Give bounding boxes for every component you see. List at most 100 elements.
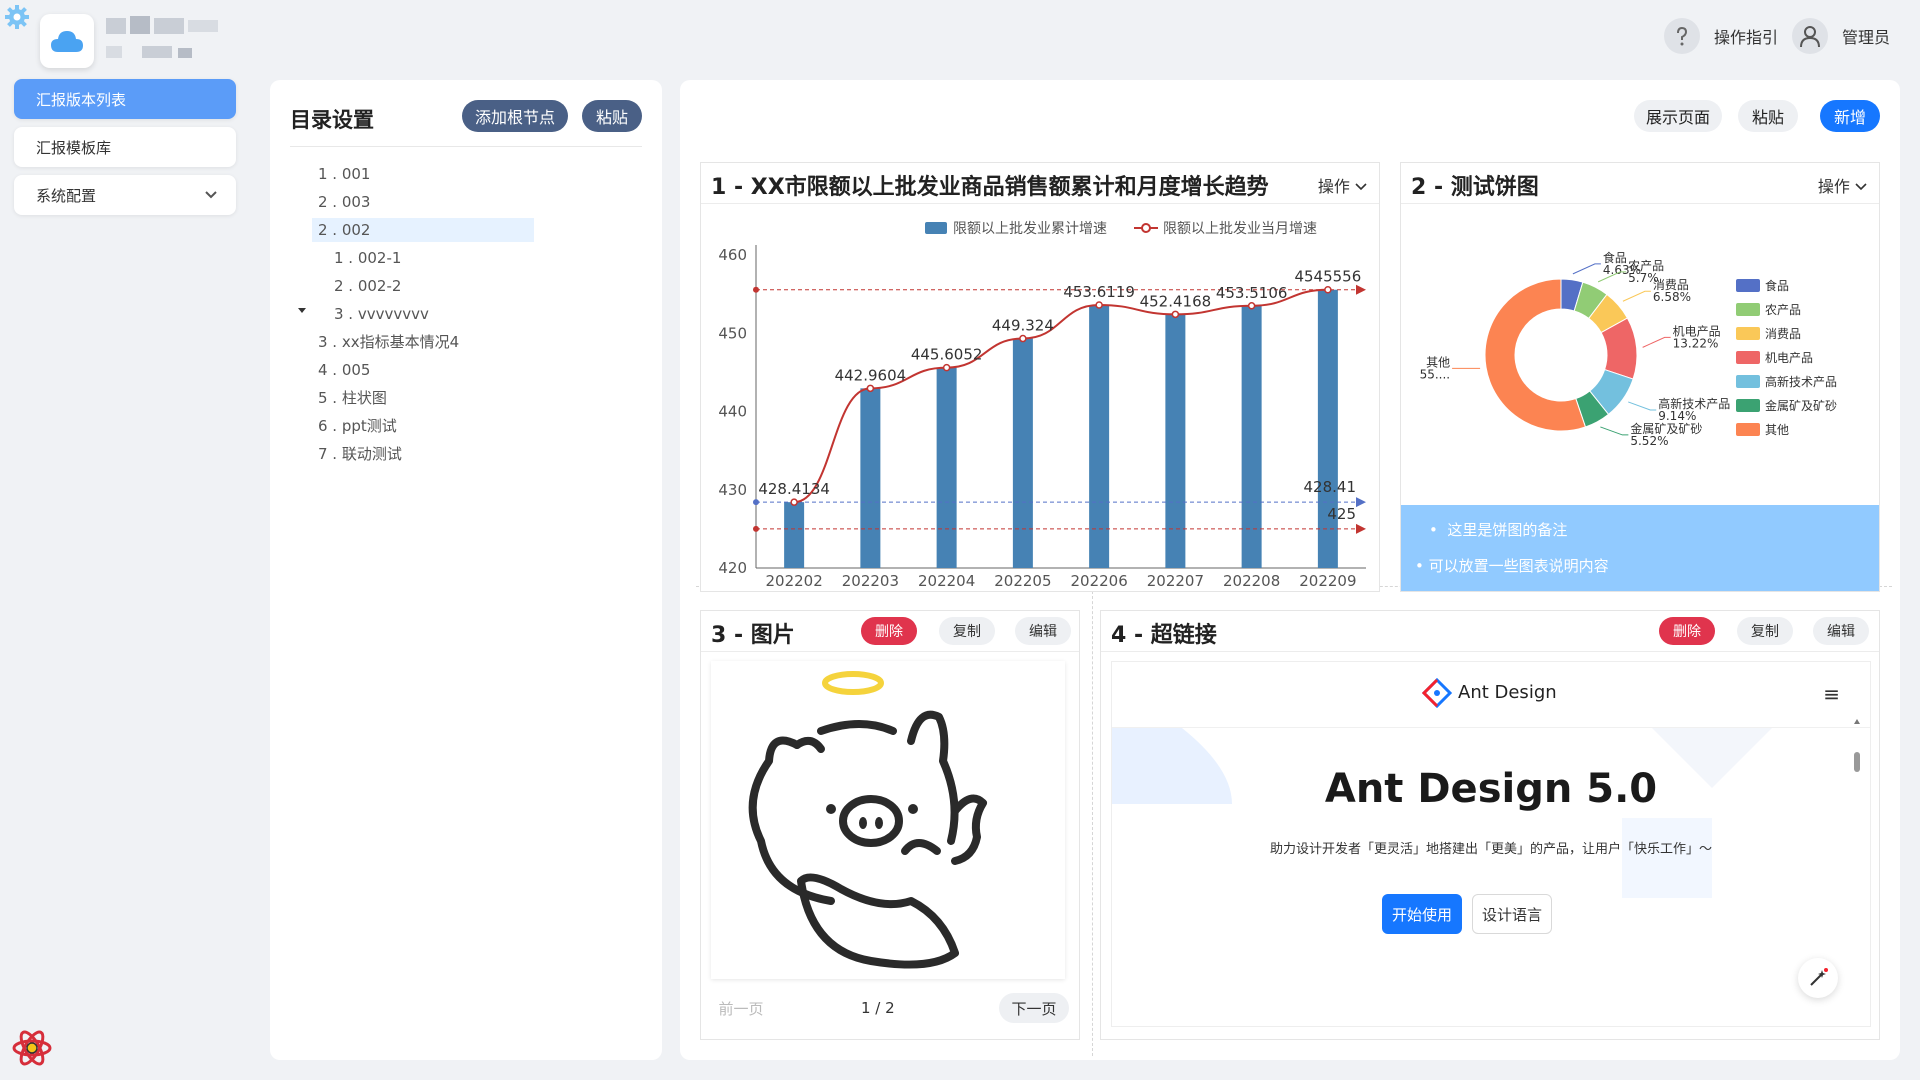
next-page-button[interactable]: 下一页 xyxy=(999,993,1069,1023)
note-text: 可以放置一些图表说明内容 xyxy=(1428,557,1609,575)
paste-node-button[interactable]: 粘贴 xyxy=(582,100,642,132)
delete-button[interactable]: 删除 xyxy=(861,617,917,645)
tree-node[interactable]: 4 . 005 xyxy=(318,358,370,382)
x-tick-label: 202209 xyxy=(1299,572,1356,590)
legend-label: 其他 xyxy=(1765,423,1789,437)
guide-link[interactable]: 操作指引 xyxy=(1714,24,1778,48)
data-label: 4545556 xyxy=(1294,268,1361,286)
tree-node[interactable]: 1 . 002-1 xyxy=(334,246,401,270)
tree-node[interactable]: 1 . 001 xyxy=(318,162,370,186)
image-card[interactable]: 3 - 图片 删除 复制 编辑 前一页 1 / 2 下一页 xyxy=(700,610,1080,1040)
paste-button[interactable]: 粘贴 xyxy=(1738,100,1798,132)
add-root-node-button[interactable]: 添加根节点 xyxy=(462,100,568,132)
sidebar-item-label: 汇报版本列表 xyxy=(36,90,127,109)
x-tick-label: 202208 xyxy=(1223,572,1280,590)
note-text: 这里是饼图的备注 xyxy=(1447,521,1568,539)
pie-label-line xyxy=(1600,426,1629,436)
mark-line-label: 425 xyxy=(1327,505,1356,523)
mark-line-start xyxy=(753,499,759,506)
settings-gear-icon[interactable] xyxy=(4,4,30,30)
chart-card-pie[interactable]: 2 - 测试饼图 操作 食品 4.63% 农产品 5.7% 消费品 6.58% 机电产品 13… xyxy=(1400,162,1880,592)
line-point xyxy=(1095,301,1103,309)
canvas-panel: 展示页面 粘贴 新增 1 - XX市限额以上批发业商品销售额累计和月度增长趋势 … xyxy=(680,80,1900,1060)
line-point xyxy=(942,363,951,372)
prev-page-button[interactable]: 前一页 xyxy=(711,993,771,1023)
add-button[interactable]: 新增 xyxy=(1820,100,1880,132)
user-avatar-icon[interactable] xyxy=(1791,18,1828,54)
scrollbar[interactable] xyxy=(1854,718,1860,1027)
legend-label: 消费品 xyxy=(1765,327,1801,341)
design-language-button[interactable]: 设计语言 xyxy=(1472,894,1552,934)
tree-node[interactable]: 2 . 002-2 xyxy=(334,274,401,298)
data-label: 442.9604 xyxy=(835,366,907,384)
magic-wand-icon[interactable] xyxy=(1798,958,1838,998)
tree-node-selected[interactable]: 2 . 002 xyxy=(312,218,534,242)
tree-node[interactable]: 2 . 003 xyxy=(318,190,370,214)
copy-button[interactable]: 复制 xyxy=(939,617,995,645)
test-pie-chart: 食品4.63%农产品5.7%消费品6.58%机电产品13.22%高新技术产品9.… xyxy=(1420,250,1837,448)
show-page-button[interactable]: 展示页面 xyxy=(1634,100,1722,132)
embedded-webpage[interactable]: Ant Design ≡ Ant Design 5.0 助力设计开发者「更灵活」… xyxy=(1111,661,1871,1027)
data-label: 428.4134 xyxy=(758,480,830,498)
legend-swatch xyxy=(1736,375,1760,388)
sidebar-item-system-config[interactable]: 系统配置 xyxy=(14,175,236,215)
legend-label: 限额以上批发业累计增速 xyxy=(953,221,1107,237)
y-tick-label: 440 xyxy=(718,403,747,421)
card-operation-dropdown[interactable]: 操作 xyxy=(1818,173,1867,197)
line-point xyxy=(1247,302,1256,310)
legend-label: 高新技术产品 xyxy=(1765,374,1837,389)
chevron-down-icon xyxy=(1855,183,1867,191)
site-name[interactable]: Ant Design xyxy=(1458,682,1557,703)
delete-button[interactable]: 删除 xyxy=(1659,617,1715,645)
divider xyxy=(1401,203,1879,204)
directory-panel: 目录设置 添加根节点 粘贴 1 . 001 2 . 003 2 . 002 1 … xyxy=(270,80,662,1060)
card-operation-dropdown[interactable]: 操作 xyxy=(1318,173,1367,197)
data-label: 452.4168 xyxy=(1140,292,1212,310)
copy-button[interactable]: 复制 xyxy=(1737,617,1793,645)
caret-down-icon[interactable] xyxy=(298,308,306,313)
line-point xyxy=(1324,285,1332,294)
legend-label: 食品 xyxy=(1765,278,1789,293)
edit-button[interactable]: 编辑 xyxy=(1813,617,1869,645)
y-tick-label: 460 xyxy=(718,246,747,264)
grid-line xyxy=(1092,586,1093,1056)
chevron-down-icon xyxy=(1355,183,1367,191)
hyperlink-card[interactable]: 4 - 超链接 删除 复制 编辑 Ant Design ≡ Ant Design… xyxy=(1100,610,1880,1040)
legend-swatch xyxy=(1736,351,1760,364)
bar xyxy=(1012,338,1033,568)
cloud-icon xyxy=(51,31,83,52)
help-icon[interactable] xyxy=(1663,18,1700,54)
chart-note-box: • 这里是饼图的备注 • 可以放置一些图表说明内容 xyxy=(1401,505,1879,591)
line-point xyxy=(866,384,875,393)
line-point xyxy=(1171,310,1180,319)
x-tick-label: 202203 xyxy=(842,572,899,590)
x-tick-label: 202202 xyxy=(765,572,822,590)
mark-line-label: 428.41 xyxy=(1304,478,1357,496)
user-name[interactable]: 管理员 xyxy=(1842,24,1890,48)
sidebar-item-label: 系统配置 xyxy=(36,186,97,205)
tree-node[interactable]: 3 . xx指标基本情况4 xyxy=(318,330,459,354)
pie-label-line xyxy=(1572,263,1601,275)
mark-line-start xyxy=(753,525,759,532)
hero-subtitle: 助力设计开发者「更灵活」地搭建出「更美」的产品，让用户「快乐工作」～ xyxy=(1269,842,1712,857)
sidebar-item-report-versions[interactable]: 汇报版本列表 xyxy=(14,79,236,119)
tree-node[interactable]: 7 . 联动测试 xyxy=(318,442,402,466)
get-started-button[interactable]: 开始使用 xyxy=(1382,894,1462,934)
bar xyxy=(784,502,805,568)
hamburger-menu-icon[interactable]: ≡ xyxy=(1823,682,1840,706)
react-devtools-icon[interactable] xyxy=(12,1028,52,1068)
pie-label-value: 13.22% xyxy=(1673,336,1719,350)
chart-card-sales[interactable]: 1 - XX市限额以上批发业商品销售额累计和月度增长趋势 操作 限额以上批发业累… xyxy=(700,162,1380,592)
card-title: 1 - XX市限额以上批发业商品销售额累计和月度增长趋势 xyxy=(711,175,1269,200)
bar xyxy=(860,388,881,568)
legend-swatch xyxy=(1736,303,1760,316)
edit-button[interactable]: 编辑 xyxy=(1015,617,1071,645)
app-logo xyxy=(40,14,94,68)
tree-node[interactable]: 5 . 柱状图 xyxy=(318,386,387,410)
sidebar-item-report-templates[interactable]: 汇报模板库 xyxy=(14,127,236,167)
tree-node[interactable]: 3 . vvvvvvvv xyxy=(334,302,429,326)
card-op-label: 操作 xyxy=(1817,177,1850,196)
tree-node[interactable]: 6 . ppt测试 xyxy=(318,414,397,438)
legend-swatch-bar xyxy=(925,222,947,234)
sales-bar-line-chart: 限额以上批发业累计增速 限额以上批发业当月增速 420 430 440 450 460 202… xyxy=(718,221,1366,590)
